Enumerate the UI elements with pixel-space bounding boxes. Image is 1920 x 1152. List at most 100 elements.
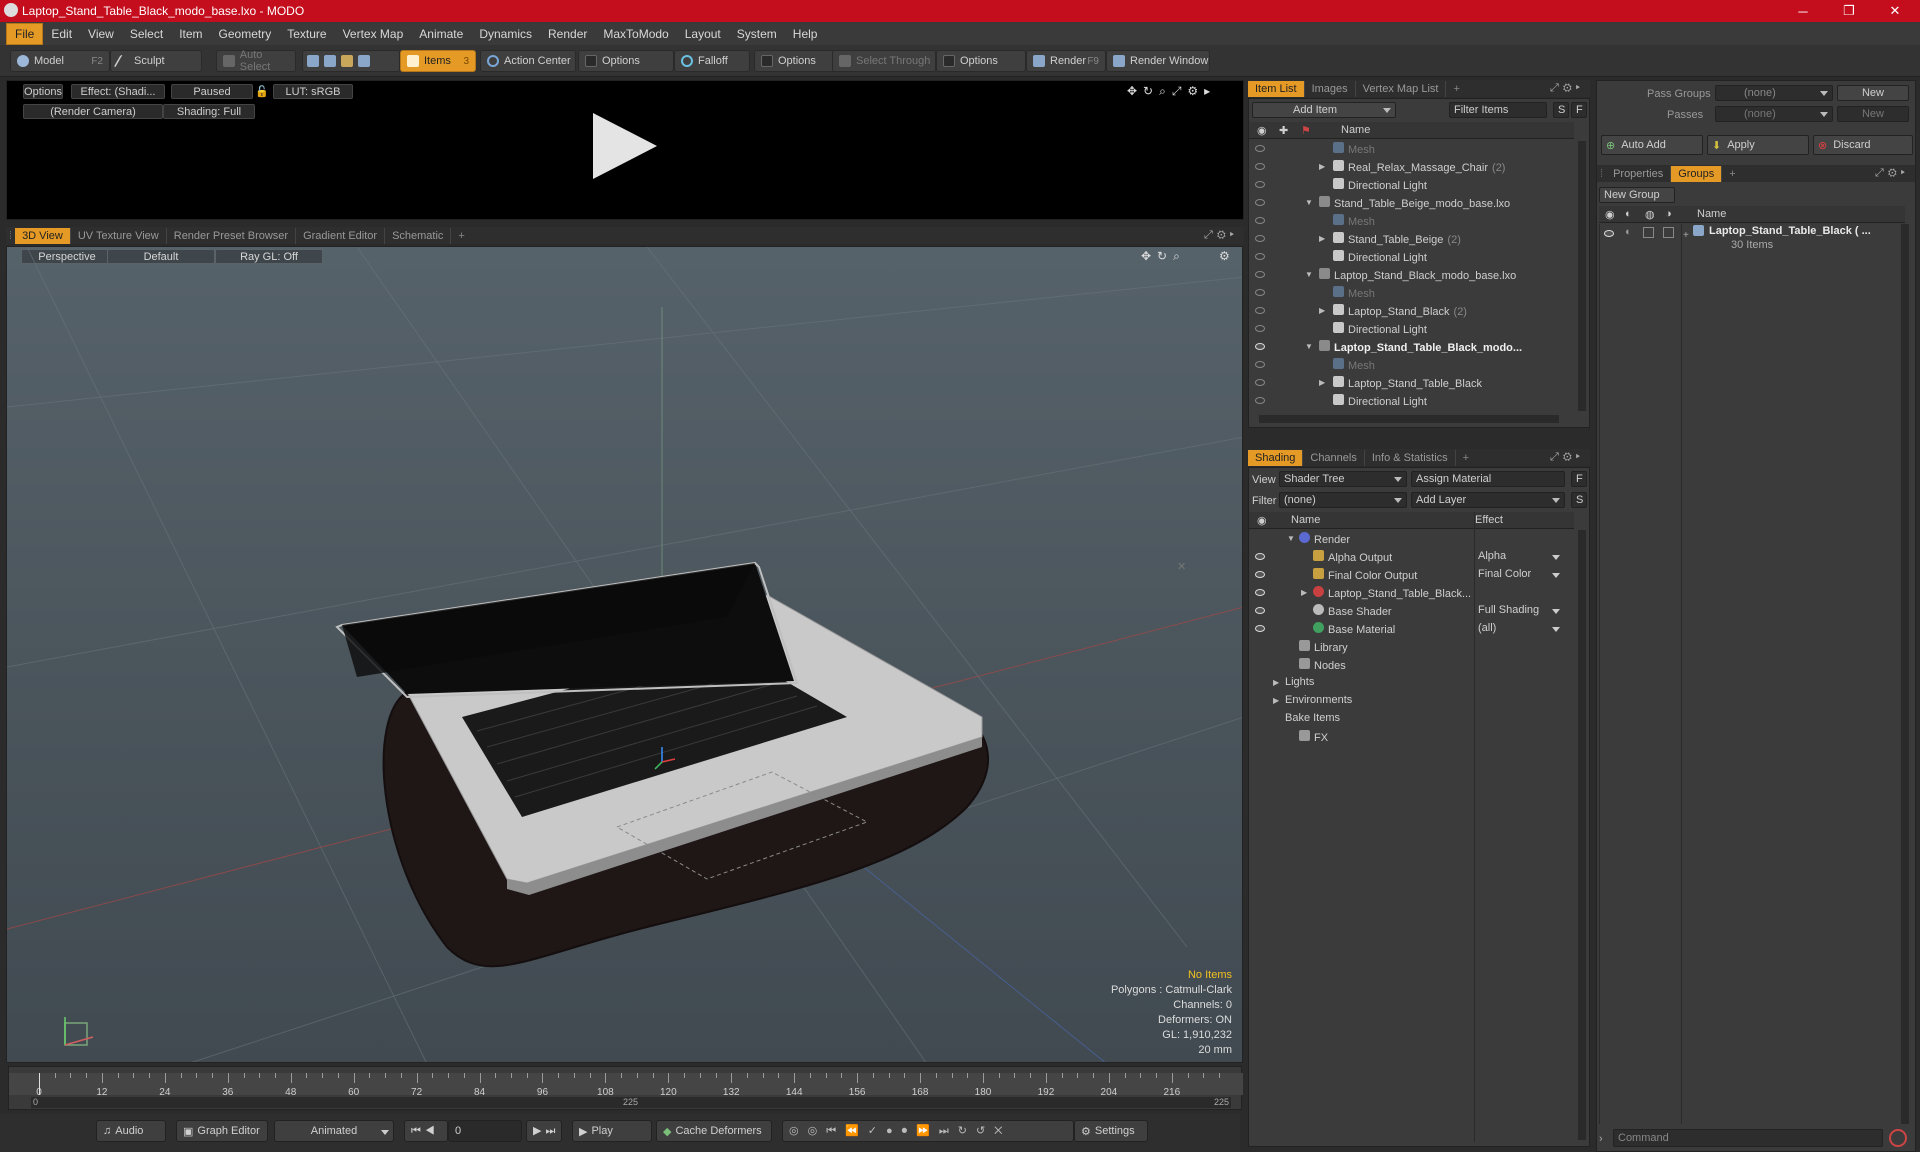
tab-groups[interactable]: Groups bbox=[1671, 166, 1723, 182]
preview-options-button[interactable]: Options bbox=[23, 84, 63, 99]
item-list-row[interactable]: Mesh bbox=[1249, 212, 1574, 230]
shader-tree-scrollbar[interactable] bbox=[1578, 530, 1586, 1140]
visibility-eye-icon[interactable] bbox=[1255, 253, 1265, 260]
tab-item-list[interactable]: Item List bbox=[1248, 81, 1305, 97]
visibility-eye-icon[interactable] bbox=[1255, 571, 1265, 578]
menu-edit[interactable]: Edit bbox=[43, 24, 80, 44]
item-list-row[interactable]: ▶ Stand_Table_Beige (2) bbox=[1249, 230, 1574, 248]
shading-s-button[interactable]: S bbox=[1571, 492, 1587, 508]
vertices-mode-icon[interactable] bbox=[307, 55, 319, 67]
group-visibility-eye-icon[interactable] bbox=[1604, 230, 1614, 237]
shader-tree-row[interactable]: ▶ Lights bbox=[1249, 674, 1574, 692]
falloff-button[interactable]: Falloff bbox=[674, 50, 750, 72]
shading-dropdown[interactable]: Shading: Full bbox=[163, 104, 255, 119]
assign-material-button[interactable]: Assign Material bbox=[1411, 471, 1565, 487]
visibility-eye-icon[interactable] bbox=[1255, 145, 1265, 152]
lock-icon[interactable]: 🔓 bbox=[255, 84, 269, 99]
panel-expand-gear-icons[interactable]: ⤢⚙▸ bbox=[1875, 167, 1909, 180]
visibility-eye-icon[interactable] bbox=[1255, 307, 1265, 314]
apply-button[interactable]: ⬇ Apply bbox=[1707, 135, 1809, 155]
shader-tree-row[interactable]: Alpha Output Alpha bbox=[1249, 548, 1574, 566]
materials-mode-icon[interactable] bbox=[358, 55, 370, 67]
play-button[interactable]: ▶ Play bbox=[572, 1120, 652, 1142]
cache-deformers-button[interactable]: ◆ Cache Deformers bbox=[656, 1120, 772, 1142]
tab-render-preset-browser[interactable]: Render Preset Browser bbox=[167, 228, 297, 244]
visibility-eye-icon[interactable] bbox=[1255, 181, 1265, 188]
item-list-row[interactable]: Directional Light bbox=[1249, 392, 1574, 410]
skip-back-buttons[interactable]: ⏮◀ bbox=[404, 1120, 448, 1142]
visibility-eye-icon[interactable] bbox=[1255, 343, 1265, 350]
expand-arrow-icon[interactable]: ▶ bbox=[1319, 306, 1325, 315]
shader-tree-row[interactable]: Library bbox=[1249, 638, 1574, 656]
menu-view[interactable]: View bbox=[80, 24, 122, 44]
step-forward-buttons[interactable]: ▶⏭ bbox=[526, 1120, 562, 1142]
render-window-button[interactable]: Render Window bbox=[1106, 50, 1210, 72]
graph-editor-button[interactable]: ▣ Graph Editor bbox=[176, 1120, 268, 1142]
tab-images[interactable]: Images bbox=[1305, 81, 1356, 97]
expand-arrow-icon[interactable]: ▶ bbox=[1301, 588, 1307, 597]
keyframe-tool-icons[interactable]: ◎◎⏮⏪✓●⏺⏩⏭↻↺✕ bbox=[782, 1120, 1074, 1142]
panel-expand-gear-icons[interactable]: ⤢⚙▸ bbox=[1550, 451, 1584, 464]
collapse-arrow-icon[interactable]: ▼ bbox=[1305, 198, 1313, 207]
tab-vertex-map-list[interactable]: Vertex Map List bbox=[1356, 81, 1447, 97]
menu-animate[interactable]: Animate bbox=[411, 24, 471, 44]
filter-s-button[interactable]: S bbox=[1553, 102, 1569, 118]
current-frame-input[interactable]: 0 bbox=[448, 1120, 522, 1142]
shader-effect-dropdown[interactable]: Alpha bbox=[1478, 550, 1506, 562]
action-center-options-button[interactable]: Options bbox=[578, 50, 674, 72]
visibility-eye-icon[interactable] bbox=[1255, 325, 1265, 332]
shader-tree-row[interactable]: Bake Items bbox=[1249, 710, 1574, 728]
filter-items-input[interactable]: Filter Items bbox=[1449, 102, 1547, 118]
new-pass-button[interactable]: New bbox=[1837, 106, 1909, 122]
settings-button[interactable]: ⚙ Settings bbox=[1074, 1120, 1148, 1142]
item-list-row[interactable]: ▼ Laptop_Stand_Table_Black_modo... bbox=[1249, 338, 1574, 356]
menu-help[interactable]: Help bbox=[785, 24, 826, 44]
select-through-button[interactable]: Select Through bbox=[832, 50, 936, 72]
item-list-scrollbar[interactable] bbox=[1578, 141, 1586, 411]
group-render-toggle-icon[interactable]: ◐ bbox=[1625, 226, 1632, 238]
tab-gradient-editor[interactable]: Gradient Editor bbox=[296, 228, 386, 244]
menu-item[interactable]: Item bbox=[171, 24, 210, 44]
play-icon[interactable] bbox=[593, 113, 657, 179]
menu-geometry[interactable]: Geometry bbox=[211, 24, 280, 44]
filter-f-button[interactable]: F bbox=[1571, 102, 1587, 118]
tab-uv-texture-view[interactable]: UV Texture View bbox=[71, 228, 167, 244]
command-input[interactable]: Command bbox=[1613, 1129, 1883, 1147]
sculpt-mode-button[interactable]: Sculpt bbox=[110, 50, 202, 72]
visibility-eye-icon[interactable] bbox=[1255, 271, 1265, 278]
item-list-row[interactable]: ▶ Real_Relax_Massage_Chair (2) bbox=[1249, 158, 1574, 176]
group-expand-icon[interactable]: + bbox=[1683, 230, 1689, 241]
filter-dropdown[interactable]: (none) bbox=[1279, 492, 1407, 508]
visibility-eye-icon[interactable] bbox=[1255, 217, 1265, 224]
shader-effect-dropdown[interactable]: Full Shading bbox=[1478, 604, 1539, 616]
visibility-eye-icon[interactable] bbox=[1255, 589, 1265, 596]
render-button[interactable]: Render F9 bbox=[1026, 50, 1106, 72]
visibility-eye-icon[interactable] bbox=[1255, 163, 1265, 170]
visibility-eye-icon[interactable] bbox=[1255, 235, 1265, 242]
new-group-button[interactable]: New Group bbox=[1599, 187, 1675, 203]
visibility-eye-icon[interactable] bbox=[1255, 397, 1265, 404]
add-layer-dropdown[interactable]: Add Layer bbox=[1411, 492, 1565, 508]
menu-render[interactable]: Render bbox=[540, 24, 595, 44]
3d-viewport[interactable]: Perspective Default Ray GL: Off ✥↻⌕ ⚙ ✕ … bbox=[6, 246, 1243, 1063]
add-item-dropdown[interactable]: Add Item bbox=[1252, 102, 1396, 118]
groups-scrollbar[interactable] bbox=[1901, 224, 1909, 1124]
item-list-row[interactable]: Directional Light bbox=[1249, 176, 1574, 194]
animated-dropdown[interactable]: Animated bbox=[274, 1120, 394, 1142]
lut-dropdown[interactable]: LUT: sRGB bbox=[273, 84, 353, 99]
minimize-button[interactable]: ─ bbox=[1780, 0, 1826, 22]
audio-button[interactable]: ♫ Audio bbox=[96, 1120, 166, 1142]
timeline[interactable]: 0122436486072849610812013214415616818019… bbox=[8, 1066, 1243, 1110]
collapse-arrow-icon[interactable]: ▼ bbox=[1305, 270, 1313, 279]
current-frame-marker[interactable] bbox=[39, 1073, 40, 1095]
menu-file[interactable]: File bbox=[6, 22, 44, 45]
auto-add-button[interactable]: ⊕ Auto Add bbox=[1601, 135, 1703, 155]
select-through-options-button[interactable]: Options bbox=[936, 50, 1026, 72]
shader-tree-row[interactable]: Base Material (all) bbox=[1249, 620, 1574, 638]
model-mode-button[interactable]: Model F2 bbox=[10, 50, 110, 72]
add-tab-button[interactable]: + bbox=[451, 228, 471, 244]
visibility-eye-icon[interactable] bbox=[1255, 553, 1265, 560]
add-tab-button[interactable]: + bbox=[1722, 166, 1742, 182]
shader-effect-dropdown[interactable]: Final Color bbox=[1478, 568, 1531, 580]
menu-maxtomodo[interactable]: MaxToModo bbox=[595, 24, 676, 44]
